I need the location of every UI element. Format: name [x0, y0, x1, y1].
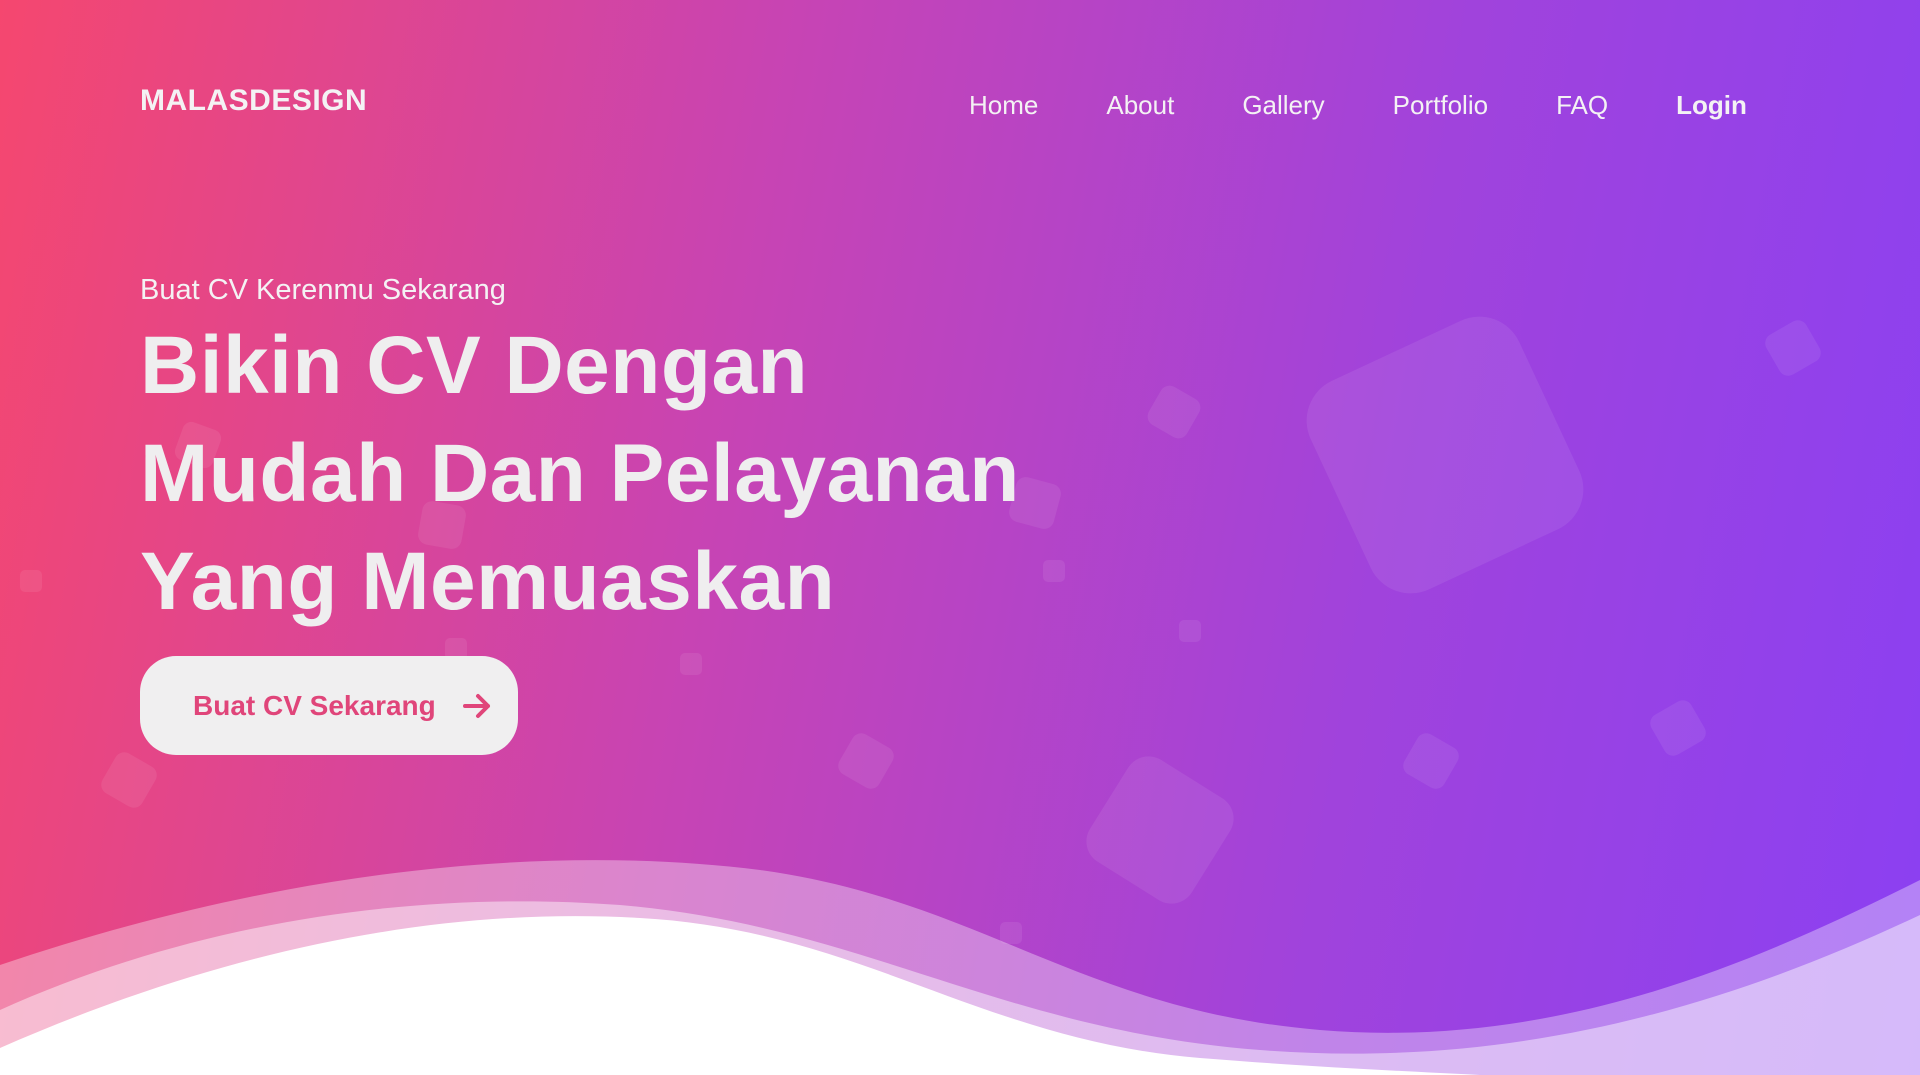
wave-front [0, 916, 1480, 1075]
brand-logo[interactable]: MALASDESIGN [140, 84, 367, 118]
decor-square-small [1650, 700, 1706, 756]
decor-square-large [1306, 316, 1584, 594]
nav-item-portfolio[interactable]: Portfolio [1393, 90, 1488, 121]
decor-square-small [1403, 733, 1459, 789]
nav-item-home[interactable]: Home [969, 90, 1038, 121]
decor-square-medium [1086, 756, 1234, 904]
decor-dot [1000, 922, 1022, 944]
decor-dot [1043, 560, 1065, 582]
headline-line-1: Bikin CV Dengan [140, 320, 809, 411]
headline-line-3: Yang Memuaskan [140, 536, 836, 627]
hero-eyebrow: Buat CV Kerenmu Sekarang [140, 274, 506, 306]
nav-item-about[interactable]: About [1106, 90, 1174, 121]
decor-square-small [101, 752, 157, 808]
main-nav: Home About Gallery Portfolio FAQ Login [969, 90, 1747, 121]
headline-line-2: Mudah Dan Pelayanan [140, 428, 1020, 519]
decor-square-small [838, 733, 894, 789]
wave-middle [0, 901, 1920, 1075]
decor-dot [680, 653, 702, 675]
nav-item-gallery[interactable]: Gallery [1242, 90, 1324, 121]
decor-dot [1179, 620, 1201, 642]
wave-back [0, 860, 1920, 1075]
nav-item-login[interactable]: Login [1676, 90, 1747, 121]
create-cv-button[interactable]: Buat CV Sekarang [140, 656, 518, 755]
decor-square-small [1765, 320, 1821, 376]
decor-square-small [1147, 385, 1201, 439]
create-cv-button-label: Buat CV Sekarang [193, 689, 436, 721]
decor-dot [20, 570, 42, 592]
hero-section: MALASDESIGN Home About Gallery Portfolio… [0, 0, 1920, 1075]
hero-headline: Bikin CV Dengan Mudah Dan Pelayanan Yang… [140, 312, 1020, 636]
arrow-right-icon [460, 689, 494, 723]
nav-item-faq[interactable]: FAQ [1556, 90, 1608, 121]
